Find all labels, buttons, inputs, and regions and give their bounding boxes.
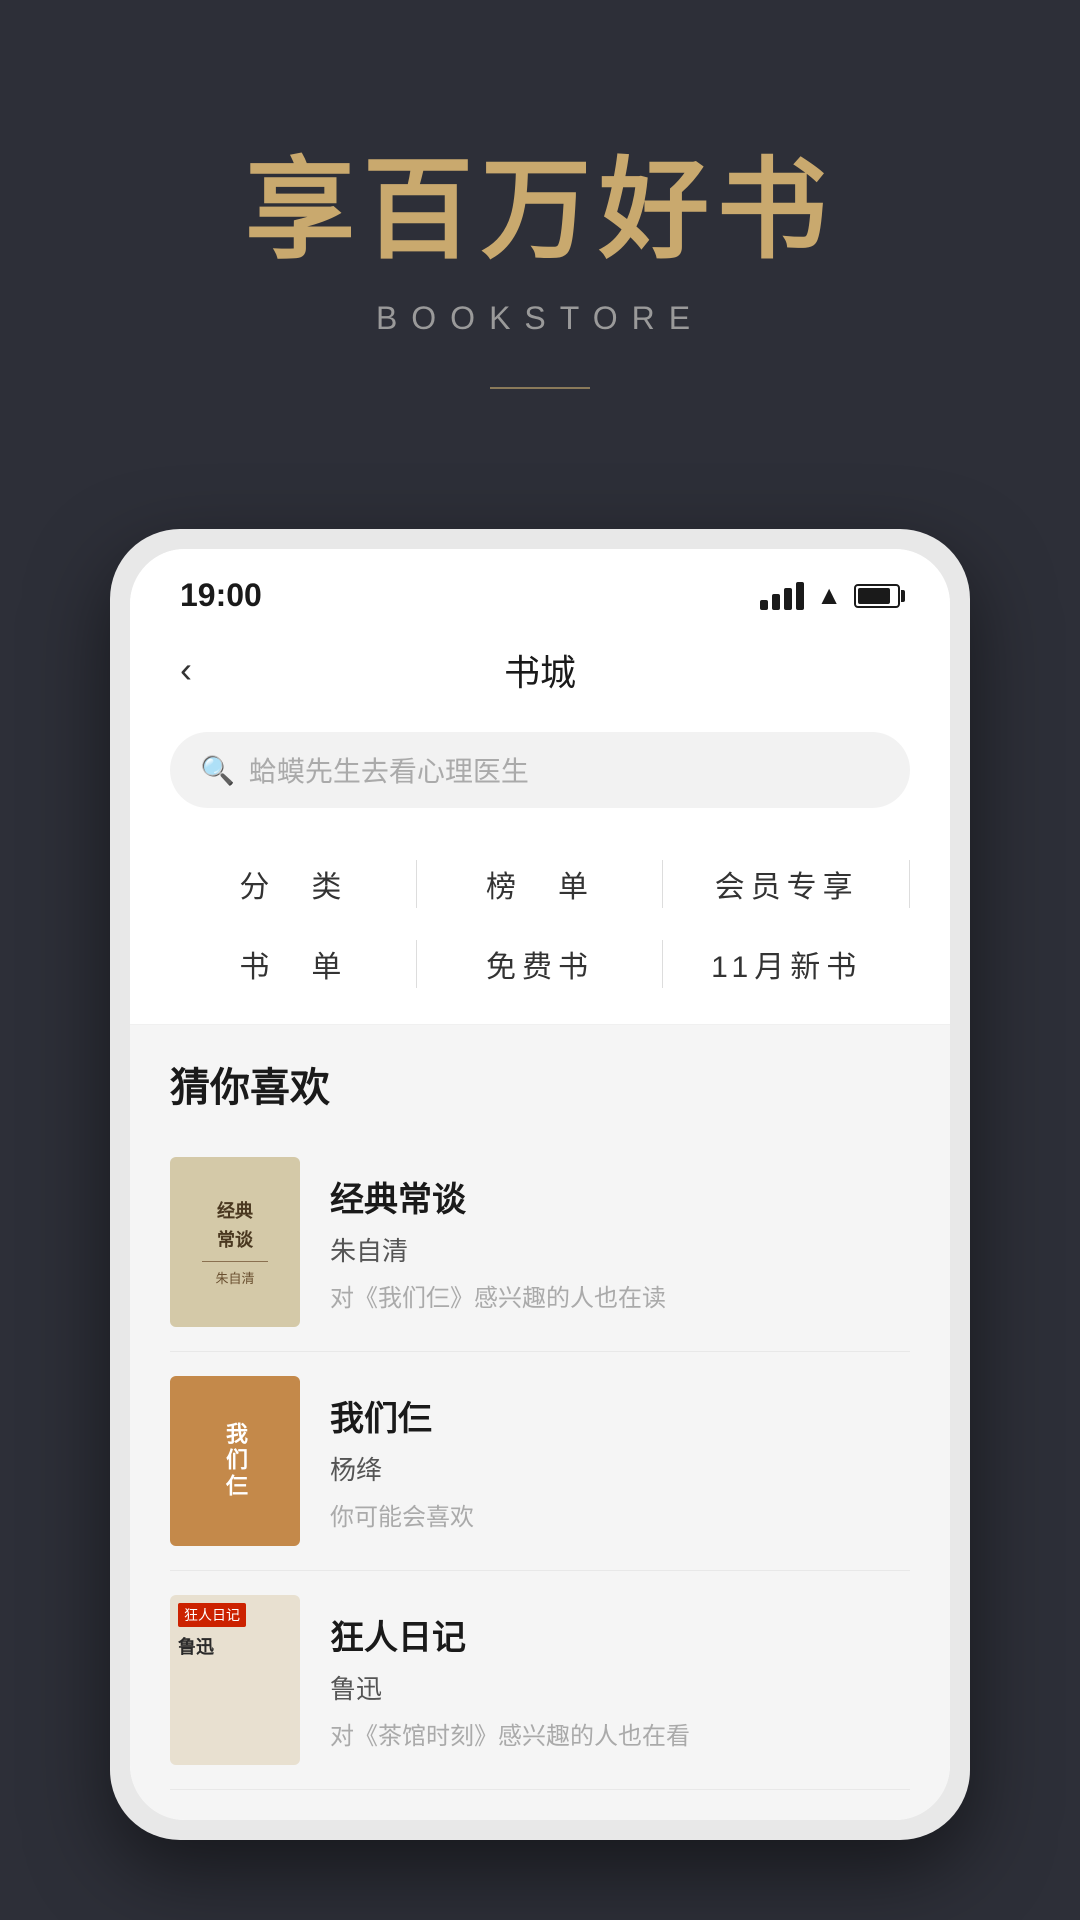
- hero-subtitle: BOOKSTORE: [376, 300, 704, 337]
- book-title-1: 经典常谈: [330, 1172, 666, 1221]
- book-info-1: 经典常谈 朱自清 对《我们仨》感兴趣的人也在读: [330, 1157, 666, 1327]
- category-item-classify[interactable]: 分 类: [170, 844, 417, 924]
- category-grid: 分 类 榜 单 会员专享 书 单 免费书 11月新书: [130, 824, 950, 1025]
- book-desc-1: 对《我们仨》感兴趣的人也在读: [330, 1278, 666, 1313]
- nav-bar: ‹ 书城: [130, 624, 950, 716]
- battery-icon: [854, 584, 900, 608]
- book-item-3[interactable]: 狂人日记 鲁迅 狂人日记 鲁迅 对《茶馆时刻》感兴趣的人也在看: [170, 1571, 910, 1790]
- book-info-2: 我们仨 杨绛 你可能会喜欢: [330, 1376, 474, 1546]
- wifi-icon: ▲: [816, 580, 842, 611]
- signal-icon: [760, 582, 804, 610]
- status-icons: ▲: [760, 580, 900, 611]
- search-placeholder-text: 蛤蟆先生去看心理医生: [249, 750, 529, 790]
- book-cover-2: 我们仨: [170, 1376, 300, 1546]
- book-info-3: 狂人日记 鲁迅 对《茶馆时刻》感兴趣的人也在看: [330, 1595, 690, 1765]
- book-title-3: 狂人日记: [330, 1610, 690, 1659]
- hero-divider: [490, 387, 590, 389]
- book-author-3: 鲁迅: [330, 1669, 690, 1706]
- search-bar[interactable]: 🔍 蛤蟆先生去看心理医生: [170, 732, 910, 808]
- page-title: 书城: [504, 644, 576, 696]
- hero-section: 享百万好书 BOOKSTORE: [0, 0, 1080, 469]
- book-cover-1: 经典常谈 朱自清: [170, 1157, 300, 1327]
- status-time: 19:00: [180, 577, 262, 614]
- recommendations-section: 猜你喜欢 经典常谈 朱自清 经典常谈 朱自清 对《我们仨》感兴趣的人也在读 我们…: [130, 1025, 950, 1820]
- back-button[interactable]: ‹: [180, 649, 192, 691]
- category-item-free[interactable]: 免费书: [417, 924, 664, 1004]
- recommendations-title: 猜你喜欢: [170, 1055, 910, 1113]
- search-icon: 🔍: [200, 754, 235, 787]
- book-desc-2: 你可能会喜欢: [330, 1497, 474, 1532]
- book-title-2: 我们仨: [330, 1391, 474, 1440]
- hero-title: 享百万好书: [245, 120, 835, 280]
- book-author-2: 杨绛: [330, 1450, 474, 1487]
- book-author-1: 朱自清: [330, 1231, 666, 1268]
- phone-mockup: 19:00 ▲ ‹ 书城 🔍 蛤蟆先生去看心理医生: [110, 529, 970, 1840]
- phone-screen: 19:00 ▲ ‹ 书城 🔍 蛤蟆先生去看心理医生: [130, 549, 950, 1820]
- category-item-ranking[interactable]: 榜 单: [417, 844, 664, 924]
- category-item-newbooks[interactable]: 11月新书: [663, 924, 910, 1004]
- book-item-1[interactable]: 经典常谈 朱自清 经典常谈 朱自清 对《我们仨》感兴趣的人也在读: [170, 1133, 910, 1352]
- book-desc-3: 对《茶馆时刻》感兴趣的人也在看: [330, 1716, 690, 1751]
- category-item-booklist[interactable]: 书 单: [170, 924, 417, 1004]
- book-cover-3: 狂人日记 鲁迅: [170, 1595, 300, 1765]
- status-bar: 19:00 ▲: [130, 549, 950, 624]
- category-item-vip[interactable]: 会员专享: [663, 844, 910, 924]
- book-item-2[interactable]: 我们仨 我们仨 杨绛 你可能会喜欢: [170, 1352, 910, 1571]
